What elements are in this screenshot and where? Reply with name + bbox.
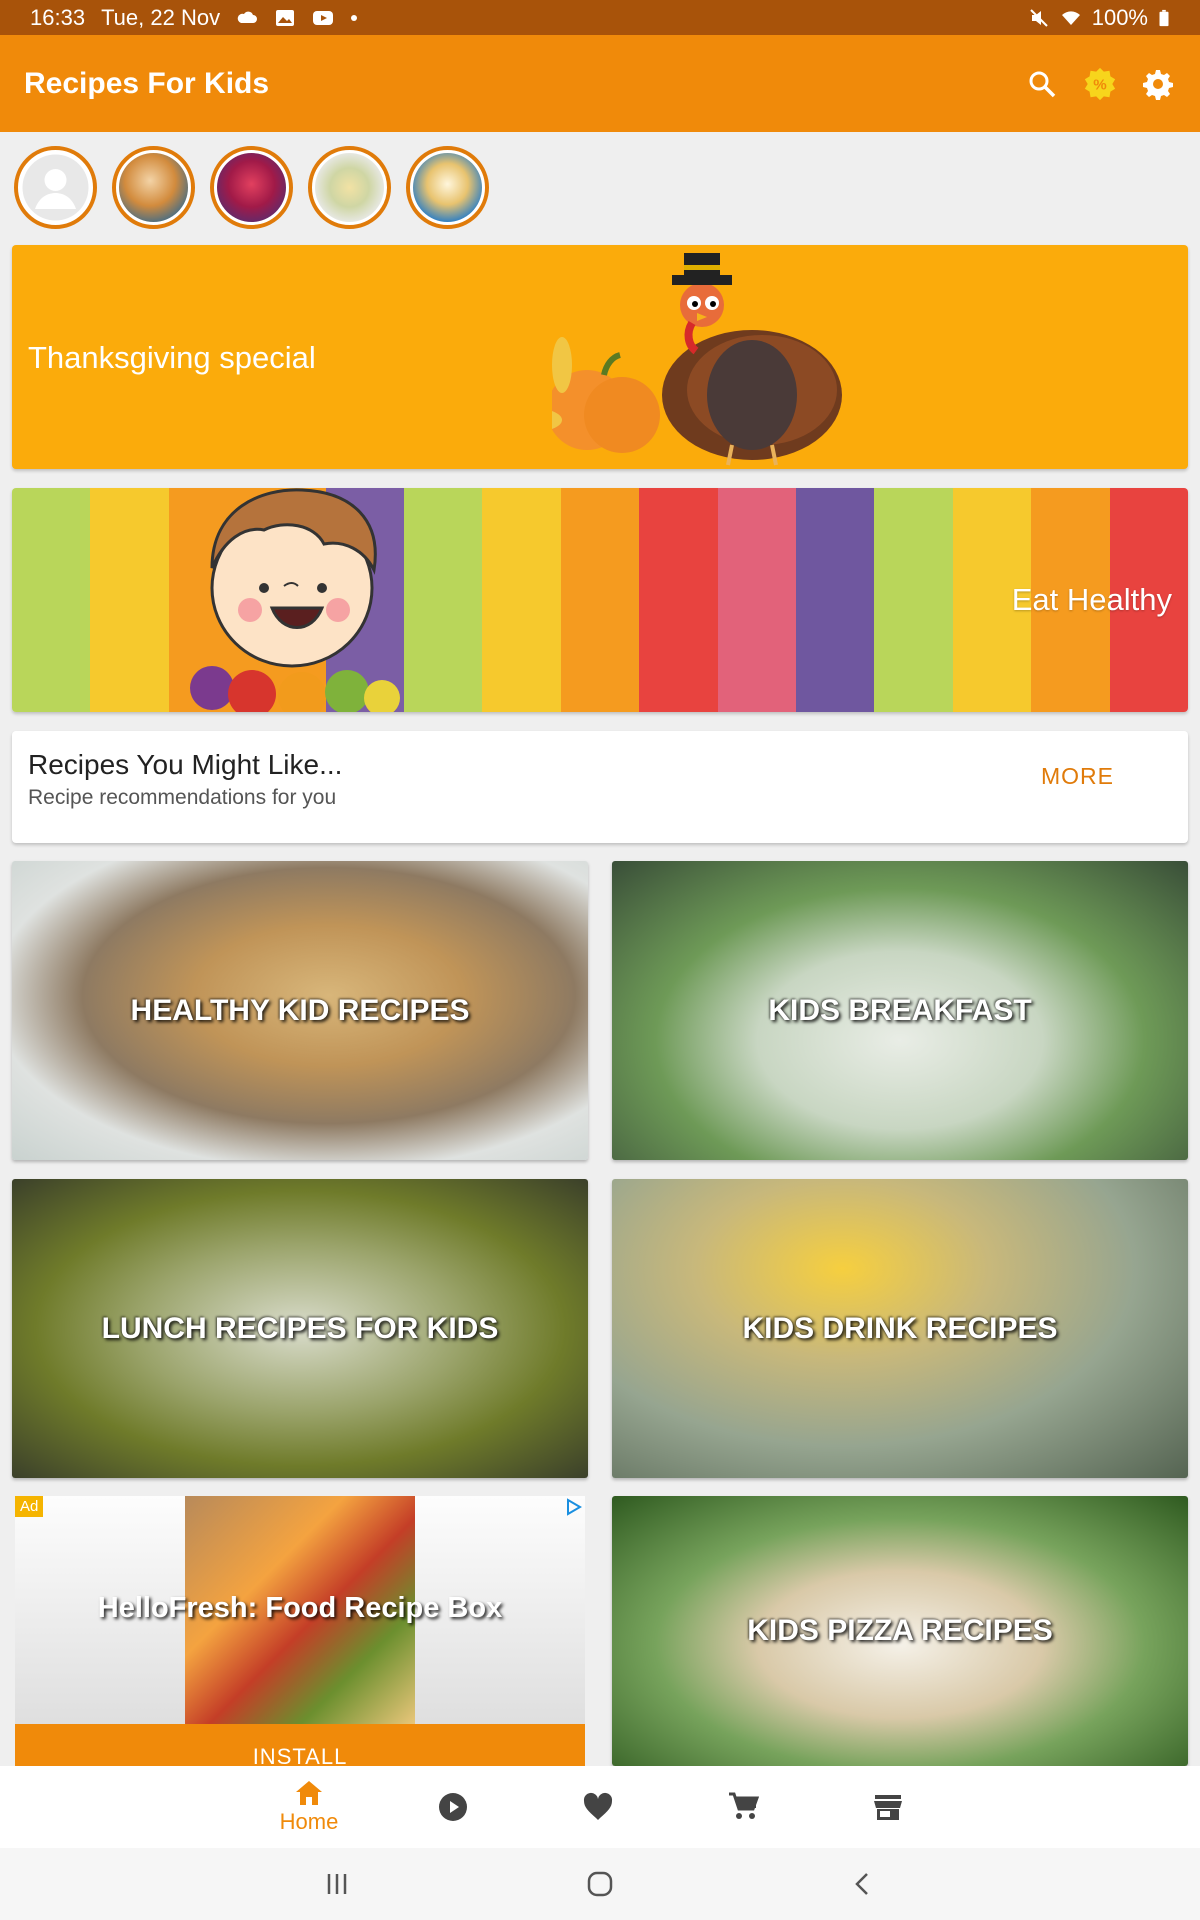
banner-stripe bbox=[874, 488, 953, 712]
thanksgiving-banner-label: Thanksgiving special bbox=[28, 340, 316, 375]
status-date: Tue, 22 Nov bbox=[101, 4, 221, 30]
youtube-icon bbox=[313, 10, 334, 25]
ad-choices-icon[interactable] bbox=[565, 1498, 583, 1516]
category-label: KIDS BREAKFAST bbox=[768, 993, 1032, 1027]
nav-store[interactable] bbox=[848, 1766, 928, 1848]
category-kids-pizza-recipes[interactable]: KIDS PIZZA RECIPES bbox=[612, 1496, 1188, 1766]
battery-level: 100% bbox=[1091, 4, 1148, 30]
kid-illustration bbox=[190, 488, 400, 712]
category-kids-drink-recipes[interactable]: KIDS DRINK RECIPES bbox=[612, 1179, 1188, 1478]
settings-button[interactable] bbox=[1140, 66, 1176, 102]
discount-badge-icon: % bbox=[1084, 67, 1116, 100]
cloud-icon bbox=[237, 11, 258, 23]
story-berries[interactable] bbox=[210, 146, 293, 229]
back-chevron-icon bbox=[855, 1873, 868, 1895]
person-icon bbox=[22, 154, 89, 221]
svg-text:%: % bbox=[1093, 76, 1107, 93]
image-icon bbox=[276, 9, 295, 26]
category-label: LUNCH RECIPES FOR KIDS bbox=[101, 1311, 499, 1345]
nav-home[interactable]: Home bbox=[269, 1766, 349, 1848]
mute-icon bbox=[1030, 8, 1048, 27]
banner-stripe bbox=[482, 488, 561, 712]
more-button[interactable]: MORE bbox=[1041, 763, 1114, 790]
recommendations-card[interactable]: Recipes You Might Like... Recipe recomme… bbox=[12, 731, 1188, 843]
search-button[interactable] bbox=[1024, 66, 1060, 102]
home-circle-icon bbox=[587, 1871, 613, 1897]
ad-install-button[interactable]: INSTALL bbox=[15, 1724, 585, 1766]
category-label: KIDS DRINK RECIPES bbox=[742, 1311, 1058, 1345]
app-bar: Recipes For Kids % bbox=[0, 35, 1200, 132]
heart-icon bbox=[583, 1792, 613, 1820]
stories-row bbox=[14, 146, 489, 229]
banner-stripe bbox=[90, 488, 169, 712]
back-button[interactable] bbox=[843, 1868, 883, 1900]
category-lunch-recipes[interactable]: LUNCH RECIPES FOR KIDS bbox=[12, 1179, 588, 1478]
category-label: KIDS PIZZA RECIPES bbox=[747, 1614, 1053, 1647]
story-chef-kid[interactable] bbox=[112, 146, 195, 229]
category-kids-breakfast[interactable]: KIDS BREAKFAST bbox=[612, 861, 1188, 1160]
banner-stripe bbox=[639, 488, 718, 712]
nav-home-label: Home bbox=[279, 1809, 339, 1834]
ad-title: HelloFresh: Food Recipe Box bbox=[97, 1592, 503, 1624]
ad-badge: Ad bbox=[15, 1496, 44, 1517]
play-icon bbox=[439, 1793, 467, 1821]
recent-apps-button[interactable] bbox=[317, 1868, 357, 1900]
system-navigation-bar bbox=[0, 1848, 1200, 1920]
ad-card[interactable]: Ad HelloFresh: Food Recipe Box INSTALL bbox=[15, 1496, 585, 1766]
wifi-icon bbox=[1061, 10, 1080, 25]
app-title: Recipes For Kids bbox=[24, 66, 270, 100]
category-healthy-kid-recipes[interactable]: HEALTHY KID RECIPES bbox=[12, 861, 588, 1160]
home-button[interactable] bbox=[580, 1868, 620, 1900]
bottom-navigation: Home bbox=[0, 1766, 1200, 1848]
recommendations-subtitle: Recipe recommendations for you bbox=[28, 786, 337, 809]
story-sandwich[interactable] bbox=[406, 146, 489, 229]
settings-icon bbox=[1143, 69, 1173, 100]
turkey-illustration bbox=[552, 253, 842, 466]
search-icon bbox=[1029, 71, 1056, 97]
thanksgiving-banner[interactable]: Thanksgiving special bbox=[12, 245, 1188, 469]
eat-healthy-banner-label: Eat Healthy bbox=[1011, 582, 1172, 617]
status-time: 16:33 bbox=[30, 4, 86, 30]
banner-stripe bbox=[796, 488, 875, 712]
recommendations-title: Recipes You Might Like... bbox=[28, 749, 343, 780]
banner-stripe bbox=[12, 488, 91, 712]
banner-stripe bbox=[560, 488, 640, 712]
cart-icon bbox=[729, 1792, 759, 1819]
banner-stripe bbox=[717, 488, 797, 712]
nav-cart[interactable] bbox=[703, 1766, 783, 1848]
nav-videos[interactable] bbox=[413, 1766, 493, 1848]
home-icon bbox=[296, 1781, 322, 1805]
discount-button[interactable]: % bbox=[1082, 66, 1118, 102]
eat-healthy-banner[interactable]: Eat Healthy bbox=[12, 488, 1188, 712]
story-toast-plate[interactable] bbox=[308, 146, 391, 229]
store-icon bbox=[874, 1795, 902, 1820]
category-label: HEALTHY KID RECIPES bbox=[130, 993, 470, 1027]
nav-favorites[interactable] bbox=[558, 1766, 638, 1848]
status-bar: 16:33 Tue, 22 Nov 100% bbox=[0, 0, 1200, 35]
recent-apps-icon bbox=[327, 1874, 347, 1894]
dot-icon bbox=[351, 14, 358, 21]
user-avatar[interactable] bbox=[14, 146, 97, 229]
battery-icon bbox=[1159, 9, 1169, 26]
